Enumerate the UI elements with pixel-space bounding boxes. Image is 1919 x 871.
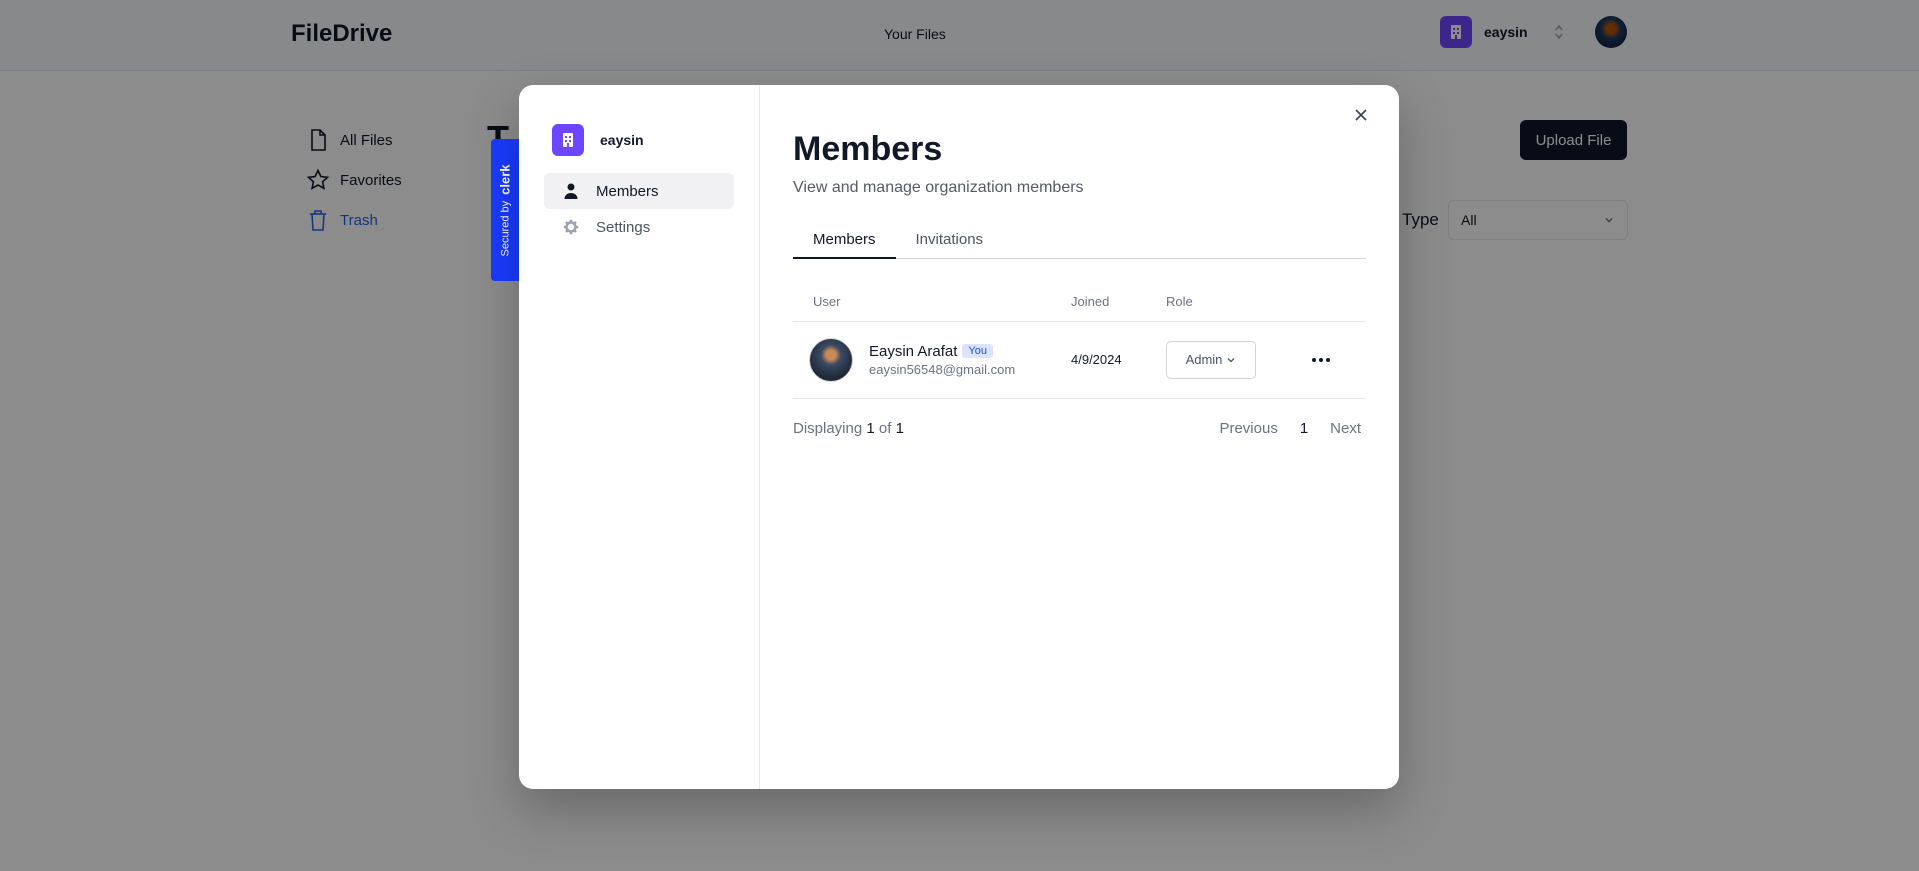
user-icon <box>564 183 578 199</box>
column-header-user: User <box>793 283 1071 322</box>
pagination-current: 1 <box>866 419 875 437</box>
role-select[interactable]: Admin <box>1166 340 1256 379</box>
more-options-icon[interactable] <box>1276 357 1366 362</box>
members-table: User Joined Role Eaysin Arafat You eaysi… <box>793 283 1366 399</box>
clerk-logo: clerk <box>497 163 513 195</box>
modal-nav-members[interactable]: Members <box>544 173 734 209</box>
modal-nav-label: Settings <box>596 218 651 236</box>
pagination-displaying-text: Displaying <box>793 419 863 437</box>
pagination-summary: Displaying 1 of 1 <box>793 420 904 437</box>
member-name: Eaysin Arafat <box>869 342 958 360</box>
column-header-actions <box>1276 283 1366 322</box>
modal-nav-settings[interactable]: Settings <box>544 209 734 245</box>
close-icon[interactable] <box>1351 105 1371 125</box>
secured-by-text: Secured by <box>499 200 511 257</box>
role-value: Admin <box>1185 352 1223 367</box>
member-email: eaysin56548@gmail.com <box>869 361 1016 377</box>
column-header-role: Role <box>1166 283 1276 322</box>
modal-title: Members <box>793 130 943 168</box>
modal-sidebar: eaysin Members Settings <box>519 85 760 789</box>
pagination-of-text: of <box>878 419 892 437</box>
table-row: Eaysin Arafat You eaysin56548@gmail.com … <box>793 321 1366 399</box>
modal-org-name: eaysin <box>600 132 644 148</box>
modal-nav-label: Members <box>596 182 659 200</box>
you-badge: You <box>962 344 993 358</box>
pagination-previous-button[interactable]: Previous <box>1219 420 1277 437</box>
avatar <box>809 337 853 382</box>
modal-content: Members View and manage organization mem… <box>760 85 1399 789</box>
column-header-joined: Joined <box>1071 283 1166 322</box>
modal-org-header: eaysin <box>552 123 734 157</box>
tab-invitations[interactable]: Invitations <box>896 221 1004 258</box>
member-joined-date: 4/9/2024 <box>1071 352 1122 367</box>
gear-icon <box>563 219 579 235</box>
building-icon <box>552 124 584 156</box>
tab-members[interactable]: Members <box>793 221 896 259</box>
members-tabs: Members Invitations <box>793 221 1366 259</box>
secured-by-clerk-badge[interactable]: Secured by clerk <box>491 139 519 281</box>
chevron-down-icon <box>1227 357 1235 362</box>
organization-profile-modal: eaysin Members Settings Members View and… <box>519 85 1399 789</box>
pagination-next-button[interactable]: Next <box>1330 420 1361 437</box>
pagination: Displaying 1 of 1 Previous 1 Next <box>793 420 1366 437</box>
pagination-page-1[interactable]: 1 <box>1300 420 1308 437</box>
modal-subtitle: View and manage organization members <box>793 179 1084 196</box>
pagination-total: 1 <box>895 419 904 437</box>
